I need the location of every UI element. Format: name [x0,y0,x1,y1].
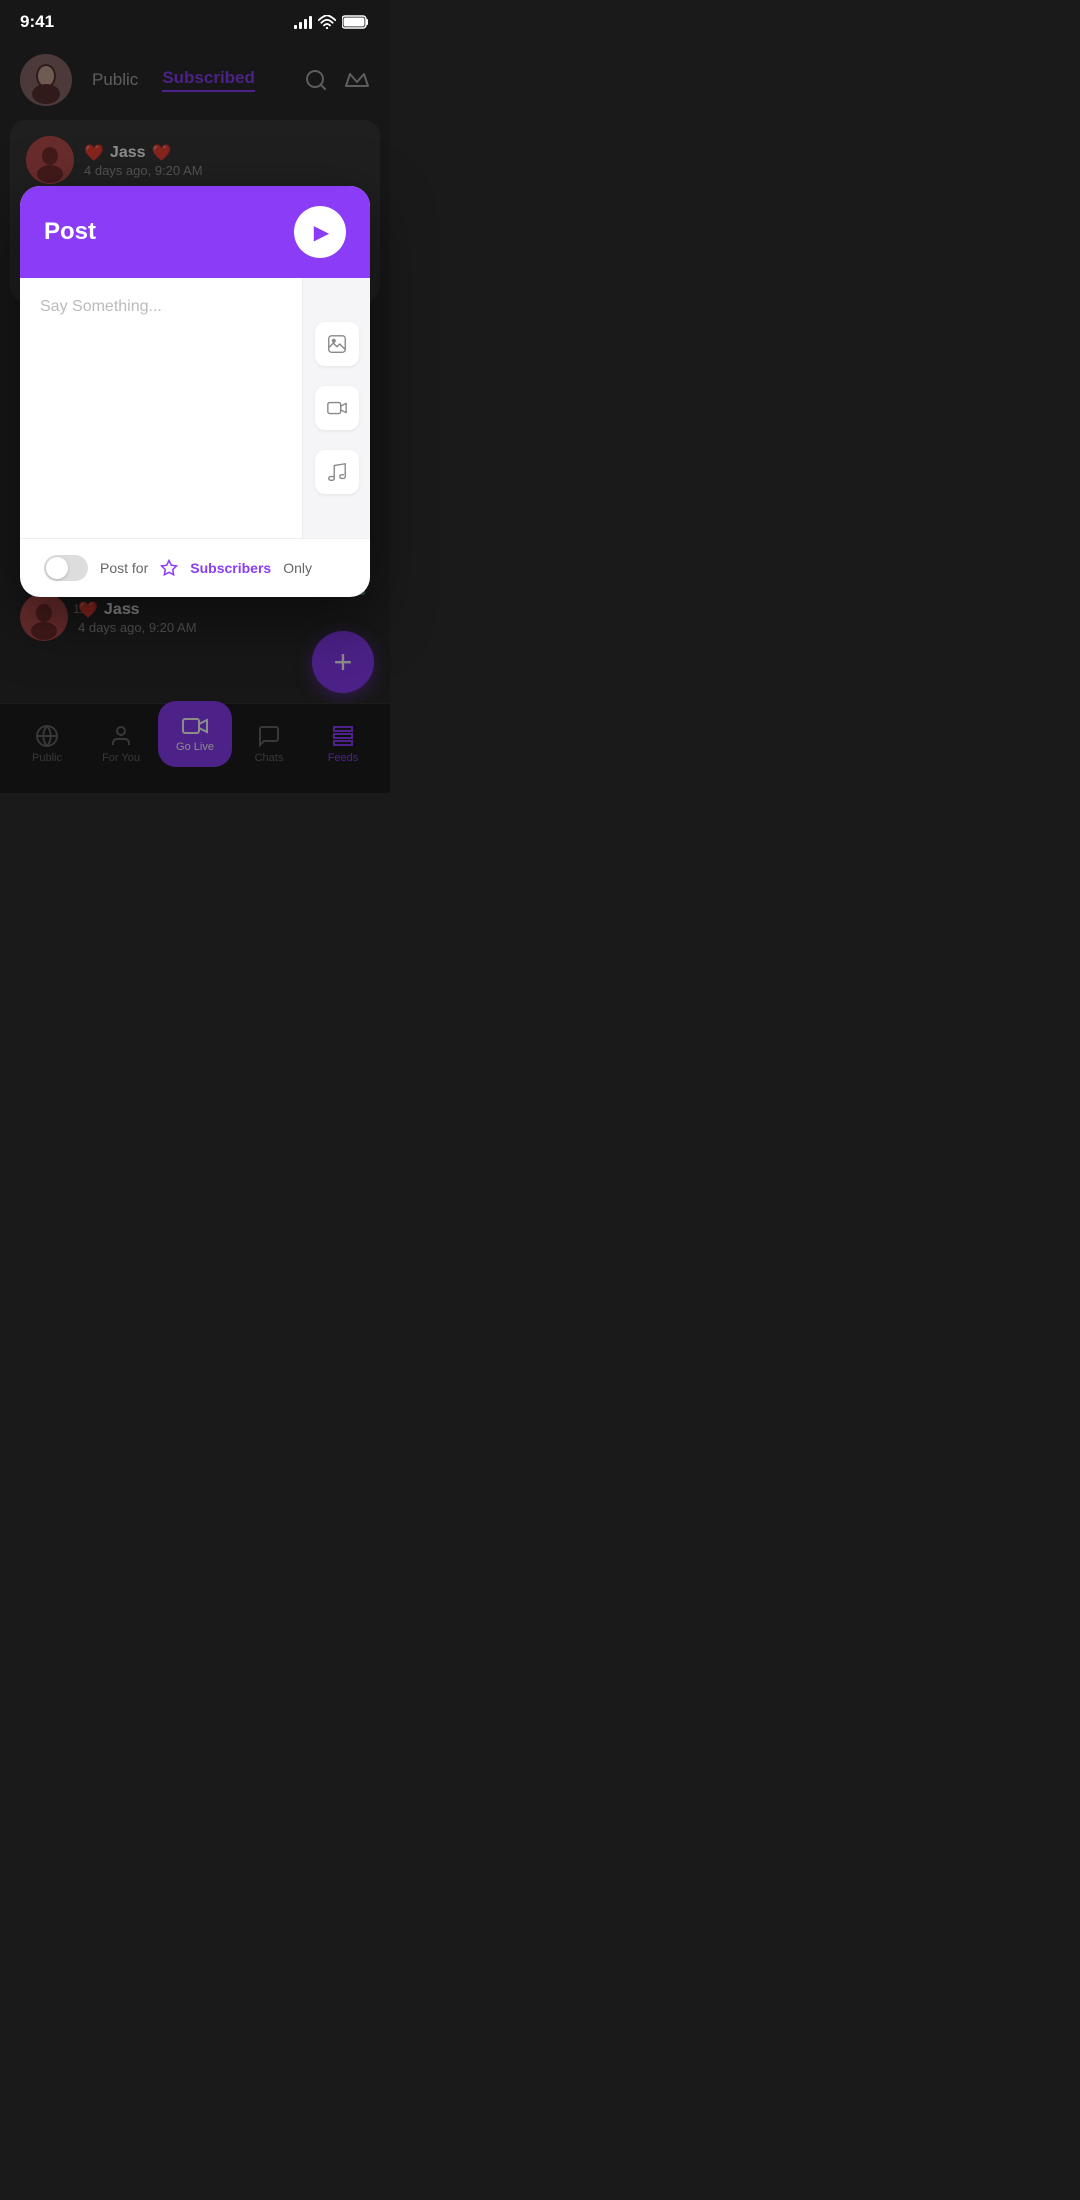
toggle-knob [46,557,68,579]
modal-header: Post ▶ [20,186,370,278]
image-icon [326,333,348,355]
post-modal: Post ▶ Say Something... [20,186,370,597]
music-icon [326,461,348,483]
media-sidebar [302,278,370,538]
signal-icon [294,15,312,29]
text-area-container[interactable]: Say Something... [20,278,302,538]
send-icon: ▶ [314,220,329,245]
post-for-label: Post for [100,560,148,576]
battery-icon [342,15,370,29]
status-time: 9:41 [20,12,54,32]
star-icon [160,559,178,577]
music-upload-button[interactable] [315,450,359,494]
modal-title: Post [44,218,96,246]
status-icons [294,15,370,29]
only-label: Only [283,560,312,576]
text-placeholder: Say Something... [40,298,162,315]
subscribers-label: Subscribers [190,560,271,576]
image-upload-button[interactable] [315,322,359,366]
modal-footer: Post for Subscribers Only [20,538,370,597]
video-upload-button[interactable] [315,386,359,430]
status-bar: 9:41 [0,0,390,40]
video-icon [326,397,348,419]
send-button[interactable]: ▶ [294,206,346,258]
modal-body: Say Something... [20,278,370,538]
subscribers-toggle[interactable] [44,555,88,581]
wifi-icon [318,15,336,29]
